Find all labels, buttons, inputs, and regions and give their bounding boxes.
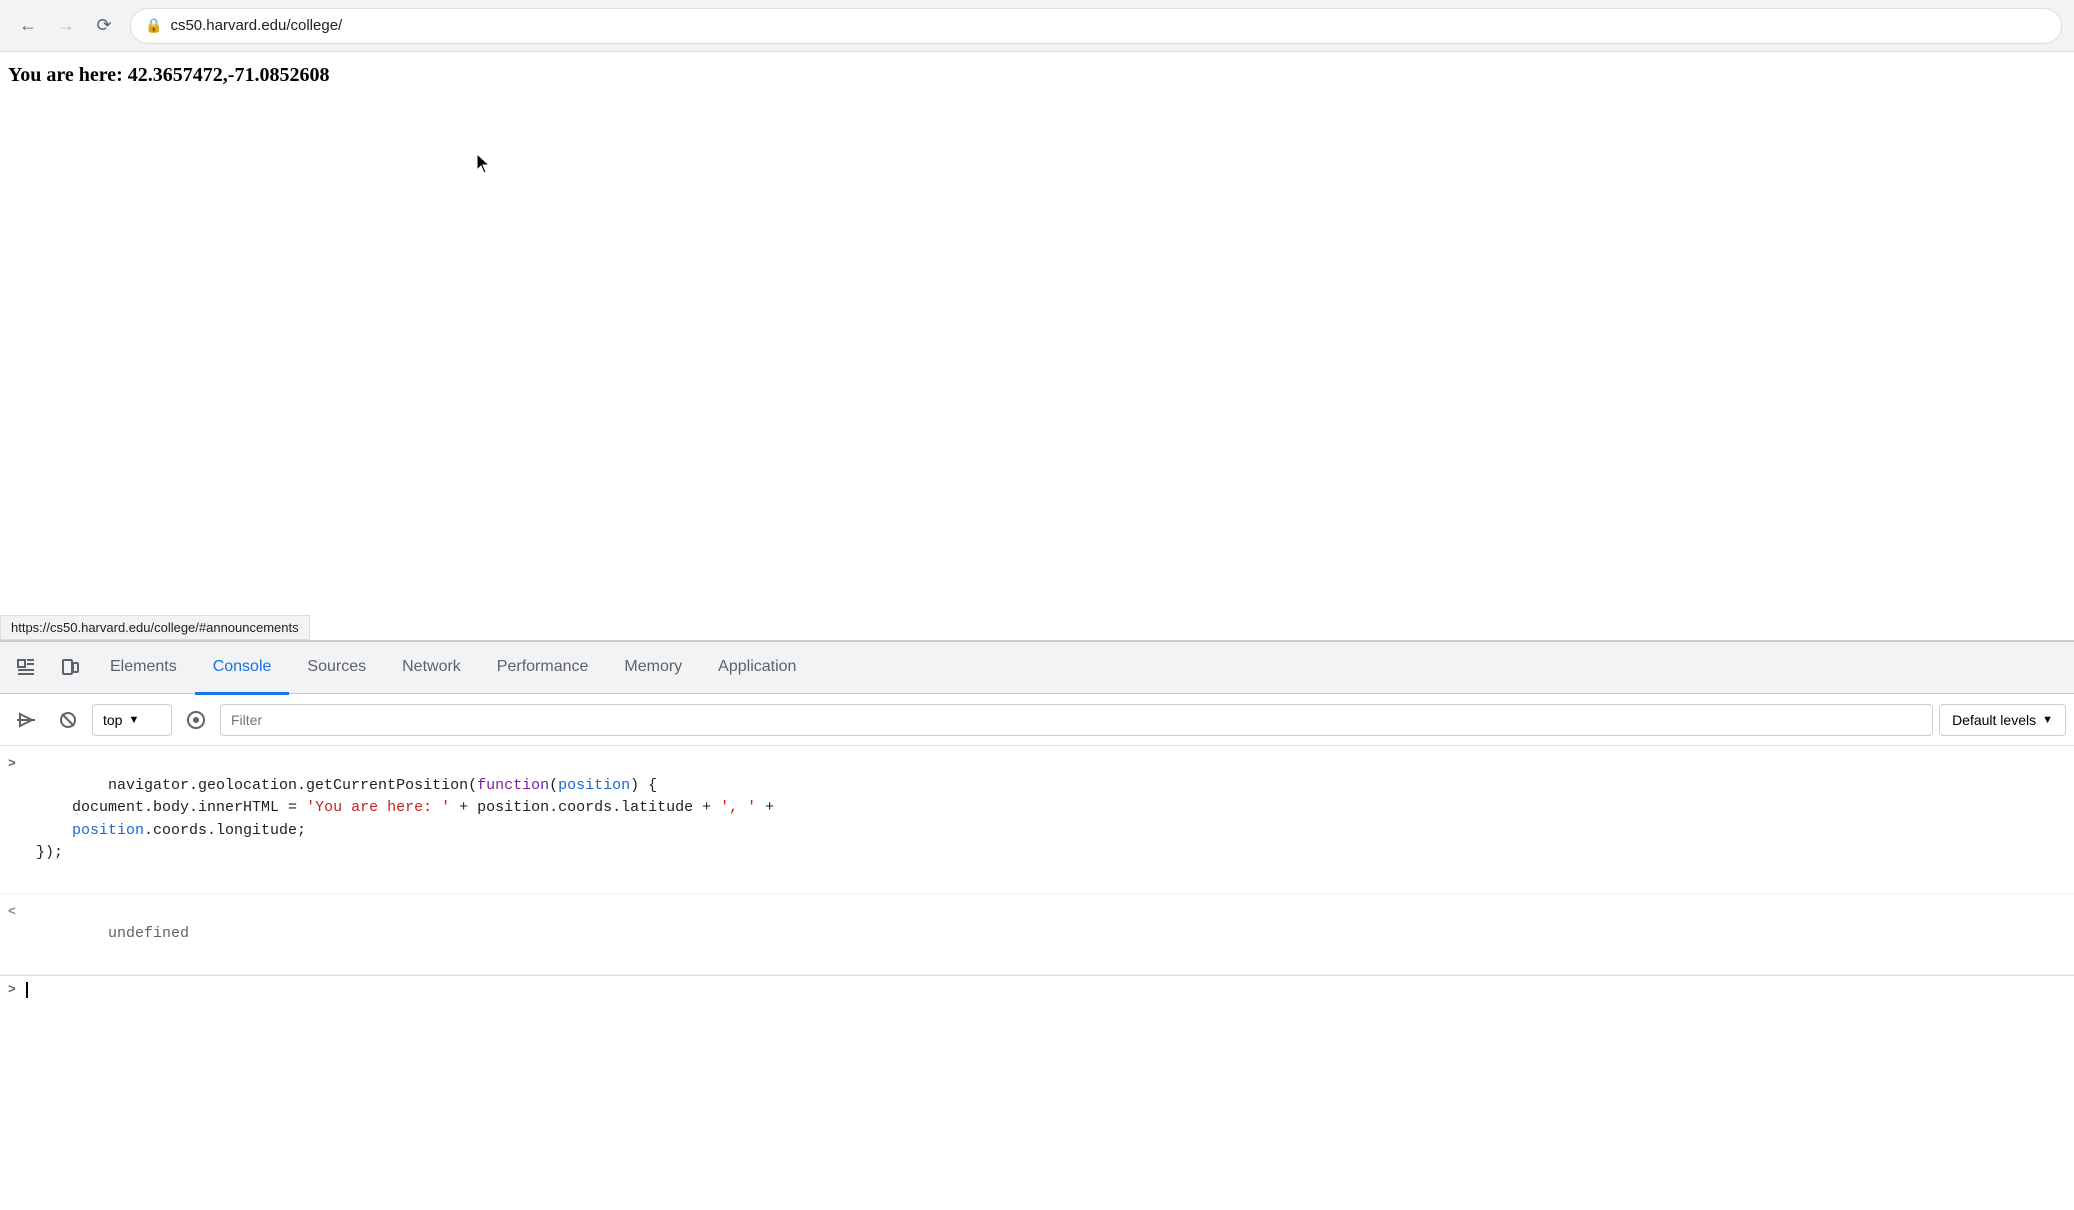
tab-application[interactable]: Application xyxy=(700,643,814,695)
clear-console-button[interactable] xyxy=(50,702,86,738)
console-toolbar: top ▼ Default levels ▼ xyxy=(0,694,2074,746)
console-cursor xyxy=(26,982,28,998)
console-output: > navigator.geolocation.getCurrentPositi… xyxy=(0,746,2074,1210)
nav-buttons: ← → ⟳ xyxy=(12,10,120,42)
tab-network[interactable]: Network xyxy=(384,643,479,695)
tab-sources[interactable]: Sources xyxy=(289,643,384,695)
back-button[interactable]: ← xyxy=(12,10,44,42)
execute-script-button[interactable] xyxy=(8,702,44,738)
lock-icon: 🔒 xyxy=(145,17,162,34)
console-result-arrow: < xyxy=(8,900,26,922)
levels-dropdown[interactable]: Default levels ▼ xyxy=(1939,704,2066,736)
status-bar: https://cs50.harvard.edu/college/#announ… xyxy=(0,615,310,640)
status-link: https://cs50.harvard.edu/college/#announ… xyxy=(11,620,299,635)
device-toolbar-button[interactable] xyxy=(48,646,92,690)
tab-memory[interactable]: Memory xyxy=(606,643,700,695)
console-entry-undefined: < undefined xyxy=(0,894,2074,975)
console-input-line[interactable]: > xyxy=(0,975,2074,1004)
levels-dropdown-arrow-icon: ▼ xyxy=(2042,714,2053,726)
page-content: You are here: 42.3657472,-71.0852608 htt… xyxy=(0,52,2074,640)
inspect-element-button[interactable] xyxy=(4,646,48,690)
devtools-panel: Elements Console Sources Network Perform… xyxy=(0,640,2074,1210)
console-prompt-arrow: > xyxy=(8,982,16,997)
mouse-cursor xyxy=(475,152,495,181)
console-code-block: navigator.geolocation.getCurrentPosition… xyxy=(36,752,2066,887)
console-filter-input[interactable] xyxy=(220,704,1933,736)
tab-elements[interactable]: Elements xyxy=(92,643,195,695)
address-bar[interactable]: 🔒 cs50.harvard.edu/college/ xyxy=(130,8,2062,44)
address-text: cs50.harvard.edu/college/ xyxy=(170,17,2047,34)
reload-button[interactable]: ⟳ xyxy=(88,10,120,42)
console-entry-arrow: > xyxy=(8,752,26,774)
tab-performance[interactable]: Performance xyxy=(479,643,607,695)
context-dropdown[interactable]: top ▼ xyxy=(92,704,172,736)
console-undefined-value: undefined xyxy=(36,900,2066,968)
page-body-text: You are here: 42.3657472,-71.0852608 xyxy=(0,52,2074,99)
console-entry-code: > navigator.geolocation.getCurrentPositi… xyxy=(0,746,2074,894)
dropdown-arrow-icon: ▼ xyxy=(128,714,139,726)
tab-console[interactable]: Console xyxy=(195,643,290,695)
live-expression-button[interactable] xyxy=(178,702,214,738)
forward-button[interactable]: → xyxy=(50,10,82,42)
devtools-tabs-bar: Elements Console Sources Network Perform… xyxy=(0,642,2074,694)
browser-chrome: ← → ⟳ 🔒 cs50.harvard.edu/college/ xyxy=(0,0,2074,52)
